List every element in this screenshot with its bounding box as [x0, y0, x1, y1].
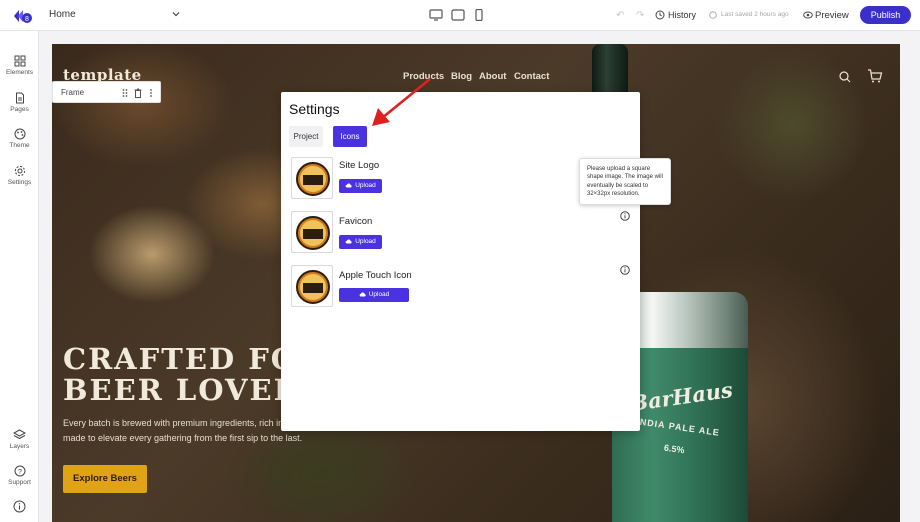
gear-icon: [14, 165, 25, 177]
info-button[interactable]: [0, 500, 39, 513]
upload-favicon-button[interactable]: Upload: [339, 235, 382, 249]
sidebar-item-label: Layers: [9, 443, 30, 450]
apple-touch-icon-preview: [291, 265, 333, 307]
help-icon: ?: [14, 465, 25, 477]
annotation-arrow-icon: [372, 77, 431, 126]
cloud-upload-icon: [345, 183, 352, 188]
page-selector[interactable]: Home: [49, 9, 76, 20]
redo-icon[interactable]: ↷: [636, 10, 644, 21]
info-icon[interactable]: [620, 211, 630, 221]
tablet-view-icon[interactable]: [451, 9, 465, 21]
nav-blog[interactable]: Blog: [451, 71, 472, 82]
beer-logo-icon: [296, 162, 330, 196]
more-options-icon[interactable]: [147, 88, 155, 98]
tab-project[interactable]: Project: [289, 126, 323, 147]
undo-icon[interactable]: ↶: [616, 10, 624, 21]
canvas-scrollbar[interactable]: [912, 44, 920, 522]
svg-text:8: 8: [25, 16, 29, 23]
history-button[interactable]: History: [668, 10, 696, 20]
sidebar-item-theme[interactable]: Theme: [0, 128, 39, 149]
sidebar-item-label: Pages: [10, 106, 29, 113]
upload-hint-tooltip: Please upload a square shape image. The …: [579, 158, 671, 205]
sidebar-item-layers[interactable]: Layers: [0, 429, 39, 450]
svg-text:?: ?: [18, 469, 22, 476]
sidebar-item-pages[interactable]: Pages: [0, 92, 39, 113]
sidebar-item-settings[interactable]: Settings: [0, 165, 39, 186]
icon-row-label: Apple Touch Icon: [339, 270, 412, 281]
search-icon[interactable]: [839, 71, 851, 83]
icon-row-label: Favicon: [339, 216, 373, 227]
upload-label: Upload: [355, 182, 376, 189]
info-icon: [13, 500, 26, 513]
top-bar: 8 Home ↶ ↷ History Last saved 2 hours ag…: [0, 0, 920, 31]
desktop-view-icon[interactable]: [429, 9, 443, 21]
site-logo-preview: [291, 157, 333, 199]
explore-beers-button[interactable]: Explore Beers: [63, 465, 147, 493]
modal-title: Settings: [289, 101, 340, 117]
sidebar-item-label: Settings: [7, 179, 32, 186]
sidebar-item-label: Support: [8, 479, 31, 486]
tab-icons[interactable]: Icons: [333, 126, 367, 147]
beer-logo-icon: [296, 270, 330, 304]
frame-toolbar: Frame: [52, 81, 161, 103]
history-icon[interactable]: [655, 10, 665, 20]
left-sidebar: Elements Pages Theme Settings Layers ? S…: [0, 31, 39, 522]
beer-logo-icon: [296, 216, 330, 250]
cloud-upload-icon: [345, 239, 352, 244]
nav-about[interactable]: About: [479, 71, 506, 82]
sidebar-item-elements[interactable]: Elements: [0, 55, 39, 76]
publish-button[interactable]: Publish: [860, 6, 911, 24]
upload-label: Upload: [355, 238, 376, 245]
grid-icon: [14, 55, 25, 67]
cloud-upload-icon: [359, 292, 366, 297]
eye-icon: [803, 11, 813, 19]
settings-modal: Settings Project Icons Site Logo Upload …: [281, 92, 640, 431]
mobile-view-icon[interactable]: [472, 9, 486, 21]
clock-icon: [709, 11, 717, 19]
chevron-down-icon[interactable]: [171, 9, 181, 19]
sidebar-item-support[interactable]: ? Support: [0, 465, 39, 486]
last-saved-text: Last saved 2 hours ago: [721, 11, 789, 18]
info-icon[interactable]: [620, 265, 630, 275]
delete-icon[interactable]: [134, 88, 142, 98]
sidebar-item-label: Elements: [5, 69, 34, 76]
app-logo-icon[interactable]: 8: [11, 7, 33, 25]
icon-row-label: Site Logo: [339, 160, 380, 171]
upload-apple-touch-icon-button[interactable]: Upload: [339, 288, 409, 302]
preview-button[interactable]: Preview: [815, 10, 849, 21]
drag-handle-icon[interactable]: [121, 88, 129, 98]
layers-icon: [13, 429, 26, 440]
favicon-preview: [291, 211, 333, 253]
palette-icon: [14, 128, 25, 140]
document-icon: [15, 92, 24, 104]
upload-label: Upload: [368, 291, 390, 298]
nav-contact[interactable]: Contact: [514, 71, 549, 82]
cart-icon[interactable]: [867, 68, 883, 84]
upload-site-logo-button[interactable]: Upload: [339, 179, 382, 193]
sidebar-item-label: Theme: [9, 142, 30, 149]
frame-label: Frame: [61, 88, 85, 97]
